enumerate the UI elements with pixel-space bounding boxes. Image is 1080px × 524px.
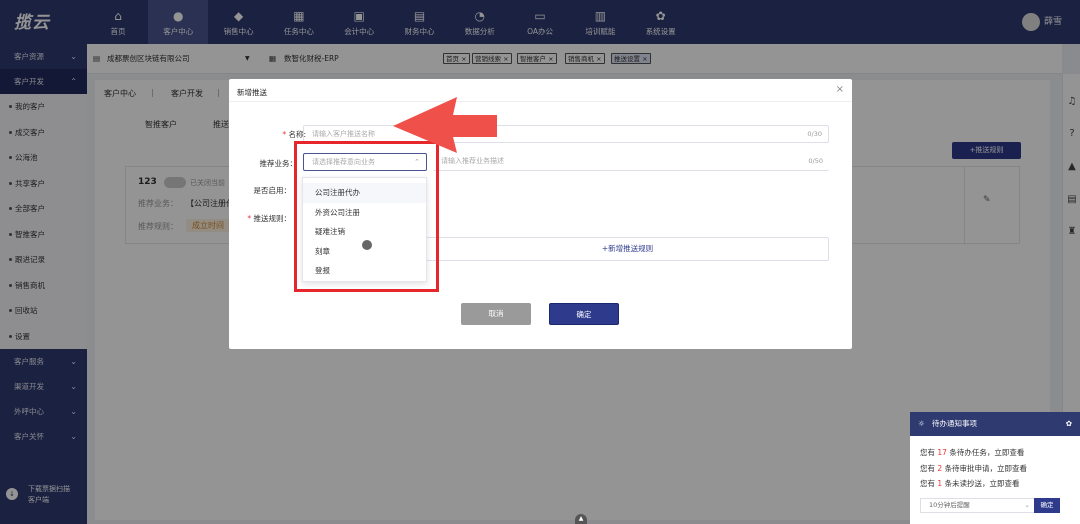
confirm-button[interactable]: 确定	[549, 303, 619, 325]
name-char-count: 0/30	[807, 130, 822, 138]
todo-notification-panel: ☼ 待办通知事项 ✿ 您有 17 条待办任务，立即查看 您有 2 条待审批申请，…	[910, 412, 1080, 524]
chevron-down-icon: ⌄	[1024, 501, 1030, 509]
todo-task-line[interactable]: 您有 17 条待办任务，立即查看	[920, 447, 1024, 458]
cancel-button[interactable]: 取消	[461, 303, 531, 325]
gear-icon[interactable]: ✿	[1066, 412, 1072, 436]
remind-confirm-button[interactable]: 确定	[1034, 498, 1060, 513]
enable-label: 是否启用：	[253, 186, 292, 195]
arrow-shape	[393, 97, 497, 153]
name-label: * 名称:	[282, 130, 306, 139]
highlight-box	[294, 141, 439, 292]
remind-select[interactable]: 10分钟后提醒 ⌄	[920, 498, 1036, 513]
business-label: 推荐业务：	[259, 159, 298, 168]
lightbulb-icon: ☼	[918, 419, 925, 428]
collapse-toggle[interactable]: ▲	[575, 514, 587, 524]
modal-title: 新增推送	[237, 88, 267, 97]
approval-line[interactable]: 您有 2 条待审批申请，立即查看	[920, 463, 1027, 474]
close-icon[interactable]: ×	[836, 84, 844, 95]
notification-header: ☼ 待办通知事项 ✿	[910, 412, 1080, 436]
add-push-rule-link[interactable]: +新增推送规则	[426, 237, 829, 261]
business-char-count: 0/50	[808, 157, 823, 165]
cc-line[interactable]: 您有 1 条未读抄送，立即查看	[920, 478, 1020, 489]
business-desc-input[interactable]: 请输入推荐业务描述 0/50	[433, 153, 829, 171]
pointer-arrow	[393, 97, 497, 153]
rule-label: * 推送规则：	[247, 214, 291, 223]
